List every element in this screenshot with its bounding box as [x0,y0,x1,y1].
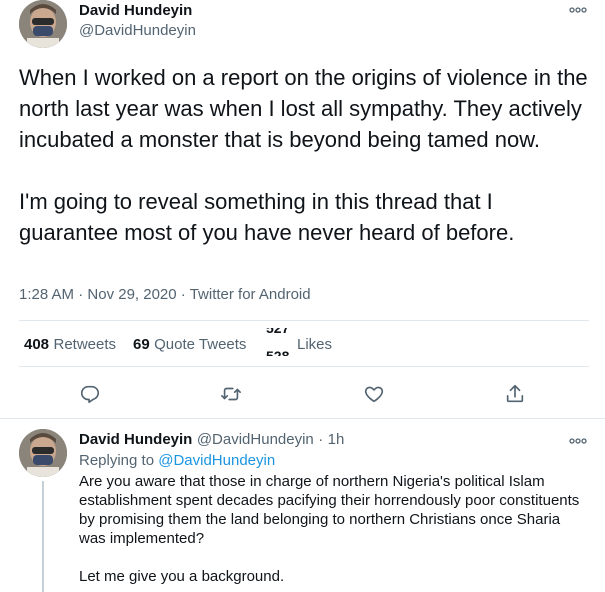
retweets-label: Retweets [53,336,117,353]
tweet-text: When I worked on a report on the origins… [19,65,588,245]
reply-text: Are you aware that those in charge of no… [79,473,580,585]
reply-icon[interactable] [73,377,107,411]
reply-author-avatar[interactable] [19,429,67,477]
quote-count: 69 [133,336,150,353]
author-handle[interactable]: @DavidHundeyin [79,22,196,39]
quote-tweets-stat[interactable]: 69 Quote Tweets [133,336,246,354]
retweets-count: 408 [24,336,50,353]
more-icon[interactable] [569,433,587,449]
divider [0,418,605,419]
more-icon[interactable] [569,2,587,18]
reply-author-handle[interactable]: @DavidHundeyin [197,431,314,448]
tweet-time[interactable]: 1:28 AM [19,286,74,303]
likes-stat[interactable]: 527 528 Likes [266,328,346,356]
tweet-meta: 1:28 AM · Nov 29, 2020 · Twitter for And… [19,286,311,303]
avatar-photo [19,429,67,477]
divider [19,320,589,321]
meta-separator: · [78,286,88,303]
tweet-date[interactable]: Nov 29, 2020 [87,286,176,303]
share-icon[interactable] [498,377,532,411]
meta-separator: · [180,286,190,303]
reply-author-name[interactable]: David Hundeyin [79,431,192,448]
likes-count-rolling: 527 528 [266,328,296,356]
reply-time[interactable]: 1h [328,431,345,448]
reply-header: David Hundeyin @DavidHundeyin · 1h [79,431,344,449]
author-avatar[interactable] [19,0,67,48]
reply-separator: · [318,431,324,448]
replying-prefix: Replying to [79,452,155,469]
replying-to-link[interactable]: @DavidHundeyin [158,452,275,469]
replying-to-line: Replying to @DavidHundeyin [79,452,275,469]
quote-label: Quote Tweets [154,336,247,353]
likes-count-new: 528 [266,348,290,356]
likes-count-old: 527 [266,328,290,336]
retweets-stat[interactable]: 408 Retweets [24,336,116,354]
retweet-icon[interactable] [214,377,248,411]
avatar-photo [19,0,67,48]
thread-line [42,481,44,592]
divider [19,366,589,367]
author-name[interactable]: David Hundeyin [79,2,192,19]
likes-label: Likes [297,336,333,353]
tweet-source[interactable]: Twitter for Android [190,286,311,303]
like-icon[interactable] [357,377,391,411]
